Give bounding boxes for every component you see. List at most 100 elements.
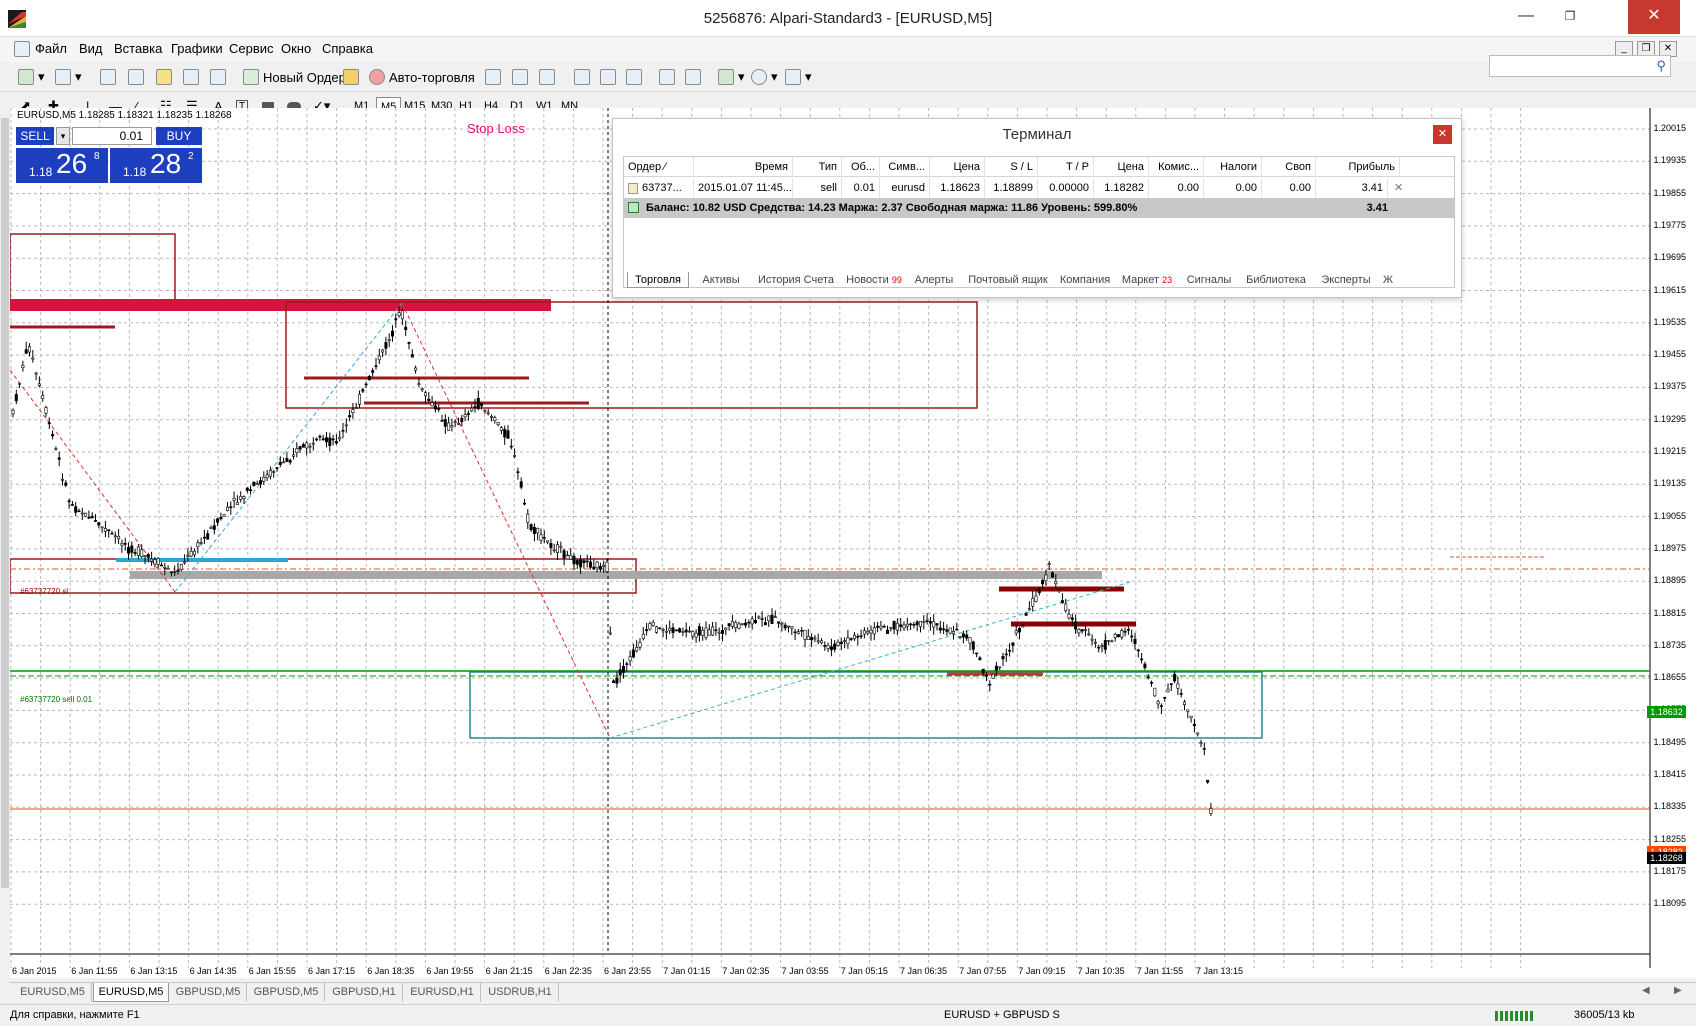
data-window-button[interactable] xyxy=(128,67,148,87)
sell-price[interactable]: 1.18 26 8 xyxy=(16,148,108,183)
tab-library[interactable]: Библиотека xyxy=(1241,272,1311,288)
col-type[interactable]: Тип xyxy=(793,157,842,177)
col-price[interactable]: Цена xyxy=(930,157,985,177)
indicators-button[interactable]: ▾ xyxy=(718,67,745,87)
candle-body xyxy=(84,512,88,517)
order-icon xyxy=(628,182,638,194)
clock-icon xyxy=(751,69,767,85)
navigator-button[interactable] xyxy=(156,67,176,87)
candlestick-button[interactable] xyxy=(512,67,532,87)
col-order[interactable]: Ордер ∕ xyxy=(624,157,694,177)
candle-body xyxy=(146,554,150,558)
col-swap[interactable]: Своп xyxy=(1262,157,1316,177)
zoom-out-button[interactable] xyxy=(600,67,620,87)
order-row[interactable]: 63737... 2015.01.07 11:45... sell 0.01 e… xyxy=(624,178,1454,198)
menu-file[interactable]: Файл xyxy=(35,41,67,56)
tab-exposure[interactable]: Активы xyxy=(693,272,749,288)
minimize-button[interactable]: — xyxy=(1504,0,1548,34)
tab-news[interactable]: Новости 99 xyxy=(843,272,905,288)
zoom-in-button[interactable] xyxy=(574,67,594,87)
candle-body xyxy=(364,383,368,386)
menu-view[interactable]: Вид xyxy=(79,41,103,56)
menu-tools[interactable]: Сервис xyxy=(229,41,274,56)
chart-tab-eurusd-h1[interactable]: EURUSD,H1 xyxy=(404,983,481,1002)
chart-tab-eurusd-m5-a[interactable]: EURUSD,M5 xyxy=(14,983,92,1002)
menu-insert[interactable]: Вставка xyxy=(114,41,162,56)
chart-tab-usdrub-h1[interactable]: USDRUB,H1 xyxy=(482,983,559,1002)
lot-dropdown-icon[interactable]: ▾ xyxy=(56,127,70,145)
auto-scroll-button[interactable] xyxy=(659,67,679,87)
candle-body xyxy=(64,482,68,486)
templates-button[interactable]: ▾ xyxy=(785,67,812,87)
market-watch-button[interactable] xyxy=(100,67,120,87)
tester-button[interactable] xyxy=(210,67,230,87)
candle-body xyxy=(486,412,490,415)
left-scrollbar[interactable] xyxy=(0,108,10,978)
terminal-close-icon[interactable]: ✕ xyxy=(1433,125,1452,144)
terminal-button[interactable] xyxy=(183,67,203,87)
chart-tab-gbpusd-m5-b[interactable]: GBPUSD,M5 xyxy=(248,983,325,1002)
meta-editor-button[interactable] xyxy=(343,67,363,87)
menu-charts[interactable]: Графики xyxy=(171,41,223,56)
col-profit[interactable]: Прибыль xyxy=(1316,157,1400,177)
search-input[interactable]: ⚲ xyxy=(1489,55,1671,77)
chart-tab-gbpusd-h1[interactable]: GBPUSD,H1 xyxy=(326,983,403,1002)
candle-body xyxy=(546,540,550,543)
candle-body xyxy=(671,627,675,633)
tab-trade[interactable]: Торговля xyxy=(627,272,689,288)
terminal-window[interactable]: Терминал ✕ Ордер ∕ Время Тип Об... Симв.… xyxy=(612,118,1462,298)
close-window-button[interactable]: ✕ xyxy=(1628,0,1680,34)
tab-company[interactable]: Компания xyxy=(1057,272,1113,288)
col-symbol[interactable]: Симв... xyxy=(880,157,930,177)
chart-shift-button[interactable] xyxy=(685,67,705,87)
tile-windows-button[interactable] xyxy=(626,67,646,87)
col-volume[interactable]: Об... xyxy=(842,157,880,177)
candle-body xyxy=(608,632,612,635)
new-order-button[interactable]: Новый Ордер xyxy=(243,67,346,87)
tab-alerts[interactable]: Алерты xyxy=(909,272,959,288)
close-order-icon[interactable]: ✕ xyxy=(1394,178,1403,198)
lot-size-input[interactable]: 0.01 xyxy=(72,127,152,145)
sell-price-big: 26 xyxy=(56,148,88,179)
tab-experts[interactable]: Эксперты xyxy=(1315,272,1377,288)
tab-market[interactable]: Маркет 23 xyxy=(1117,272,1177,288)
candle-body xyxy=(100,526,104,529)
line-chart-button[interactable] xyxy=(539,67,559,87)
mdi-app-icon[interactable] xyxy=(14,41,30,57)
tab-account-history[interactable]: История Счета xyxy=(753,272,839,288)
col-taxes[interactable]: Налоги xyxy=(1204,157,1262,177)
new-chart-button[interactable]: ▾ xyxy=(18,67,45,87)
tab-journal[interactable]: Ж xyxy=(1381,272,1395,288)
candle-body xyxy=(1067,613,1071,619)
col-sl[interactable]: S / L xyxy=(985,157,1038,177)
candle-body xyxy=(186,555,190,557)
auto-trading-button[interactable]: Авто-торговля xyxy=(369,67,475,87)
time-axis-label: 6 Jan 14:35 xyxy=(189,966,237,976)
tab-signals[interactable]: Сигналы xyxy=(1181,272,1237,288)
time-axis-label: 6 Jan 21:15 xyxy=(485,966,533,976)
candle-body xyxy=(262,476,266,482)
candle-body xyxy=(595,561,599,569)
scrollbar-thumb[interactable] xyxy=(1,118,9,888)
tabs-scroll-left-icon[interactable]: ◀ xyxy=(1642,985,1650,996)
col-commission[interactable]: Комис... xyxy=(1149,157,1204,177)
tabs-scroll-right-icon[interactable]: ▶ xyxy=(1674,985,1682,996)
buy-price[interactable]: 1.18 28 2 xyxy=(110,148,202,183)
chart-tab-gbpusd-m5-a[interactable]: GBPUSD,M5 xyxy=(170,983,247,1002)
col-current-price[interactable]: Цена xyxy=(1094,157,1149,177)
buy-button[interactable]: BUY xyxy=(156,127,202,145)
candle-body xyxy=(631,649,635,658)
col-time[interactable]: Время xyxy=(694,157,793,177)
search-icon[interactable]: ⚲ xyxy=(1656,58,1666,74)
maximize-button[interactable]: ❐ xyxy=(1548,0,1592,34)
bar-chart-button[interactable] xyxy=(485,67,505,87)
chart-tab-eurusd-m5-b[interactable]: EURUSD,M5 xyxy=(93,983,169,1002)
menu-help[interactable]: Справка xyxy=(322,41,373,56)
periods-button[interactable]: ▾ xyxy=(751,67,778,87)
current-price-cell: 1.18282 xyxy=(1094,178,1149,198)
profiles-button[interactable]: ▾ xyxy=(55,67,82,87)
tab-mailbox[interactable]: Почтовый ящик xyxy=(963,272,1053,288)
col-tp[interactable]: T / P xyxy=(1038,157,1094,177)
menu-window[interactable]: Окно xyxy=(281,41,311,56)
sell-button[interactable]: SELL xyxy=(16,127,54,145)
